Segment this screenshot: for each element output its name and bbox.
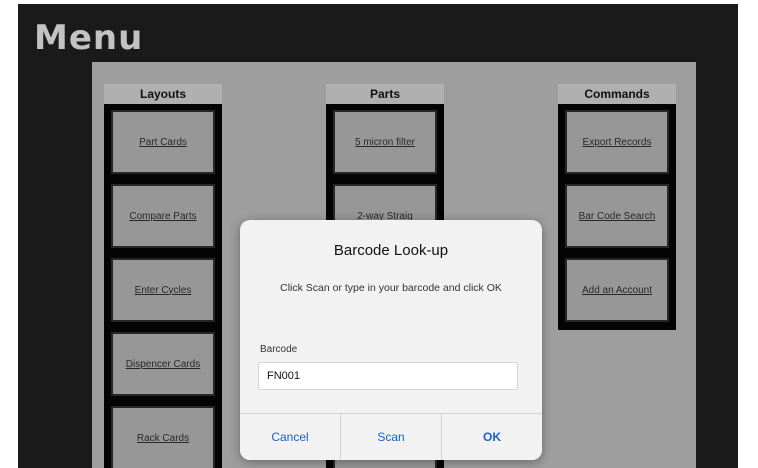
app-screen: Menu Layouts Part Cards Compare Parts En…	[18, 4, 738, 468]
barcode-field-label: Barcode	[260, 344, 298, 355]
ok-button[interactable]: OK	[442, 414, 542, 460]
dialog-message: Click Scan or type in your barcode and c…	[280, 282, 502, 294]
dialog-title: Barcode Look-up	[333, 242, 449, 259]
scan-button[interactable]: Scan	[341, 414, 442, 460]
dialog-button-bar: Cancel Scan OK	[240, 413, 542, 460]
barcode-lookup-dialog: Barcode Look-up Click Scan or type in yo…	[240, 220, 542, 460]
barcode-input[interactable]	[258, 362, 518, 390]
cancel-button[interactable]: Cancel	[240, 414, 341, 460]
